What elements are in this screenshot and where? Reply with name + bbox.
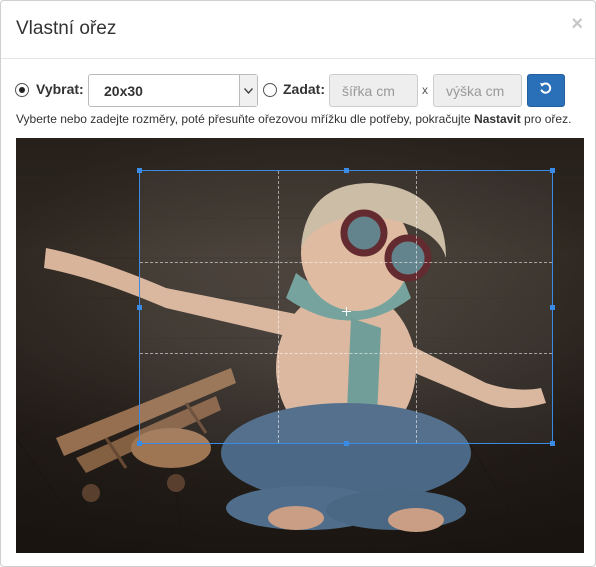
crop-handle-n[interactable] bbox=[344, 168, 349, 173]
crop-handle-s[interactable] bbox=[344, 441, 349, 446]
radio-select[interactable] bbox=[15, 83, 29, 97]
crop-handle-ne[interactable] bbox=[550, 168, 555, 173]
enter-label: Zadat: bbox=[283, 81, 325, 97]
crop-dialog: Vlastní ořez × Vybrat: 20x30 Zadat: šířk… bbox=[0, 0, 596, 567]
crop-handle-nw[interactable] bbox=[137, 168, 142, 173]
reset-icon bbox=[539, 81, 553, 100]
size-select[interactable]: 20x30 bbox=[88, 74, 258, 107]
help-text: Vyberte nebo zadejte rozměry, poté přesu… bbox=[16, 112, 572, 126]
help-bold: Nastavit bbox=[474, 112, 521, 126]
crosshair-icon bbox=[342, 303, 351, 321]
crop-frame[interactable] bbox=[137, 168, 555, 446]
crop-grid-line bbox=[140, 353, 552, 354]
height-field[interactable]: výška cm bbox=[433, 74, 522, 107]
radio-enter[interactable] bbox=[263, 83, 277, 97]
dialog-header: Vlastní ořez × bbox=[1, 1, 595, 59]
size-select-value: 20x30 bbox=[104, 83, 143, 99]
crop-grid-line bbox=[140, 262, 552, 263]
crop-handle-e[interactable] bbox=[550, 305, 555, 310]
select-label: Vybrat: bbox=[36, 81, 84, 97]
crop-handle-sw[interactable] bbox=[137, 441, 142, 446]
width-field[interactable]: šířka cm bbox=[329, 74, 418, 107]
dialog-title: Vlastní ořez bbox=[16, 18, 117, 39]
reset-button[interactable] bbox=[527, 74, 565, 107]
chevron-down-icon[interactable] bbox=[239, 75, 257, 106]
close-icon[interactable]: × bbox=[571, 14, 583, 34]
dimension-separator: x bbox=[422, 83, 428, 97]
crop-grid-line bbox=[278, 171, 279, 443]
crop-grid-line bbox=[416, 171, 417, 443]
crop-handle-se[interactable] bbox=[550, 441, 555, 446]
crop-handle-w[interactable] bbox=[137, 305, 142, 310]
